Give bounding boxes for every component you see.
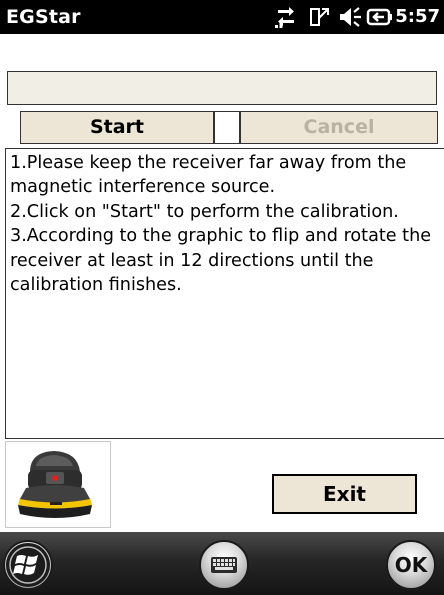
cancel-button[interactable]: Cancel <box>240 111 438 144</box>
calibration-status-field <box>7 71 437 105</box>
bottom-softkey-bar: OK <box>0 532 444 595</box>
instruction-line-3: 3.According to the graphic to flip and r… <box>10 226 432 296</box>
button-separator <box>214 111 240 144</box>
instruction-line-2: 2.Click on "Start" to perform the calibr… <box>10 201 399 222</box>
keyboard-icon <box>211 557 237 573</box>
exit-button[interactable]: Exit <box>272 474 417 514</box>
keyboard-button[interactable] <box>199 540 249 590</box>
speaker-icon[interactable] <box>338 5 364 29</box>
ok-button[interactable]: OK <box>386 540 436 590</box>
clock: 5:57 <box>395 6 440 27</box>
app-title: EGStar <box>6 6 81 28</box>
instruction-line-1: 1.Please keep the receiver far away from… <box>10 153 407 198</box>
instructions-text-box[interactable]: 1.Please keep the receiver far away from… <box>5 148 444 439</box>
battery-charging-icon[interactable] <box>366 5 394 29</box>
signal-icon[interactable] <box>308 5 332 29</box>
windows-logo-icon <box>6 543 50 587</box>
receiver-illustration <box>18 451 92 518</box>
start-button[interactable]: Start <box>20 111 214 144</box>
status-bar: EGStar 5:57 <box>0 0 444 34</box>
data-transfer-icon[interactable] <box>274 5 298 29</box>
windows-start-button[interactable] <box>3 540 53 590</box>
gnss-receiver-image <box>5 441 111 528</box>
